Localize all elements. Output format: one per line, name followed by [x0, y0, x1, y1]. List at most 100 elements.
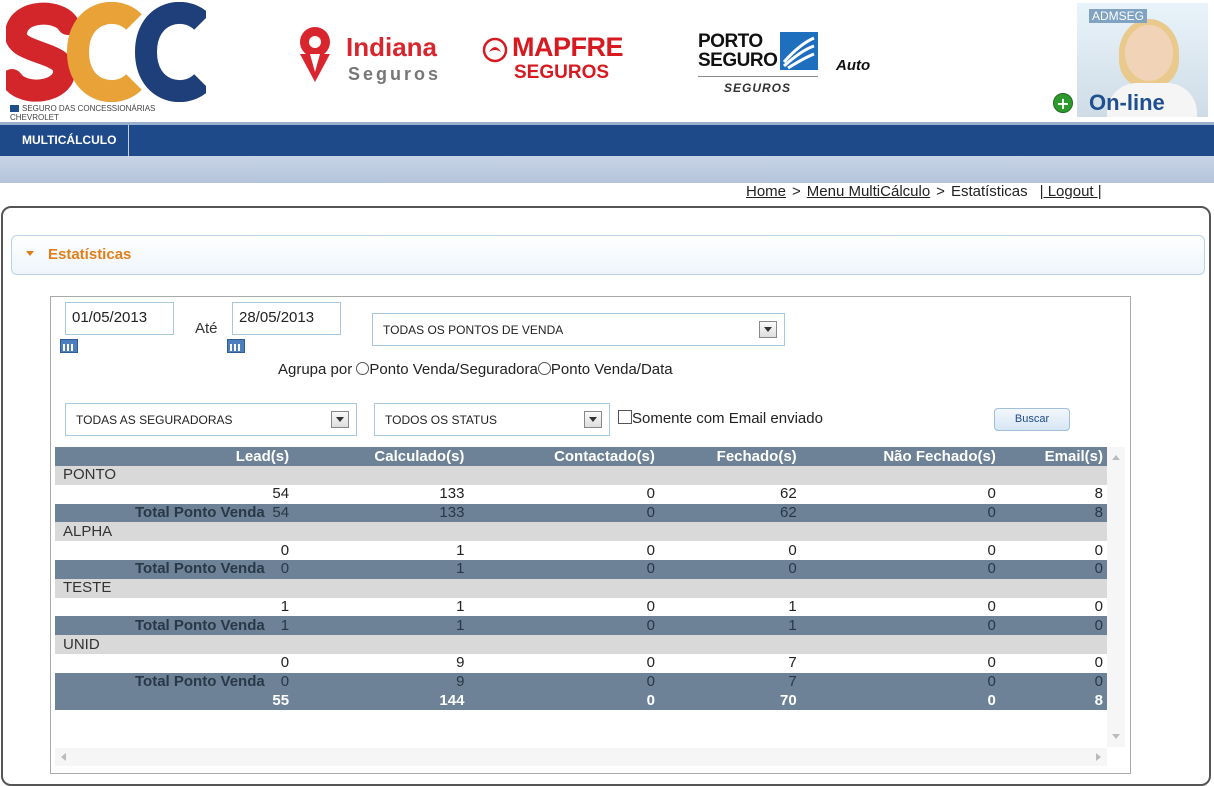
cell: 0	[999, 559, 1107, 579]
porto-name: PORTO SEGURO	[698, 32, 778, 71]
breadcrumb-current: Estatísticas	[950, 183, 1028, 200]
table-row: Total Ponto Venda 54 133 0 62 0 8	[55, 503, 1107, 523]
scroll-right-icon[interactable]	[1096, 753, 1101, 761]
radio-ponto-data-label[interactable]: Ponto Venda/Data	[551, 361, 673, 378]
vertical-scrollbar[interactable]	[1107, 447, 1125, 747]
cell-value: 1	[280, 616, 290, 634]
breadcrumb-separator: >	[936, 183, 945, 200]
cell: 0	[658, 559, 801, 579]
cell: 1	[293, 616, 469, 636]
table-row: 54 133 0 62 0 8	[55, 484, 1107, 504]
cell: 8	[999, 691, 1107, 711]
calendar-icon[interactable]	[227, 339, 245, 353]
panel-header[interactable]: Estatísticas	[11, 235, 1205, 275]
table-row: 110100	[55, 597, 1107, 617]
scc-logo[interactable]: SEGURO DAS CONCESSIONÁRIAS CHEVROLET	[6, 2, 206, 122]
nav-item-multicalculo[interactable]: MULTICÁLCULO	[6, 125, 130, 156]
online-plus-icon[interactable]: +	[1053, 93, 1073, 113]
date-to-input[interactable]: 28/05/2013	[232, 302, 341, 335]
mapfre-name: MAPFRE	[512, 32, 624, 62]
cell: 0	[800, 541, 1000, 560]
online-link[interactable]: On-line	[1089, 90, 1165, 116]
radio-ponto-data[interactable]	[537, 362, 551, 375]
cell: 62	[658, 484, 801, 504]
mapfre-logo[interactable]: MAPFRE SEGUROS	[482, 32, 672, 84]
seguradoras-value: TODAS AS SEGURADORAS	[76, 413, 233, 427]
cell: Total Ponto Venda 0	[55, 672, 294, 692]
stats-table: Lead(s) Calculado(s) Contactado(s) Fecha…	[55, 447, 1107, 711]
chevron-down-icon[interactable]	[584, 411, 602, 428]
porto-sub: SEGUROS	[724, 81, 792, 95]
chevron-down-icon[interactable]	[331, 411, 349, 428]
cell: 0	[999, 541, 1107, 560]
horizontal-scrollbar[interactable]	[55, 748, 1107, 766]
email-filter[interactable]: Somente com Email enviado	[618, 410, 823, 427]
cell: 1	[293, 559, 469, 579]
cell: Total Ponto Venda 0	[55, 559, 294, 579]
cell: 144	[293, 691, 469, 711]
cell: 7	[658, 672, 801, 692]
status-select[interactable]: TODOS OS STATUS	[374, 403, 610, 436]
sub-nav-bar	[0, 156, 1214, 183]
chevron-down-icon[interactable]	[759, 321, 777, 338]
breadcrumb-menu-multicalculo[interactable]: Menu MultiCálculo	[807, 183, 930, 200]
cell: 0	[55, 653, 294, 673]
date-from-input[interactable]: 01/05/2013	[65, 302, 174, 335]
radio-ponto-seguradora-label[interactable]: Ponto Venda/Seguradora	[369, 361, 537, 378]
group-name: UNID	[55, 635, 1107, 654]
cell: 0	[800, 691, 1000, 711]
cell-value: 0	[280, 673, 290, 691]
cell: 1	[293, 597, 469, 617]
group-name: ALPHA	[55, 522, 1107, 542]
cell: 0	[800, 653, 1000, 673]
email-checkbox[interactable]	[618, 410, 632, 424]
calendar-icon[interactable]	[60, 339, 78, 353]
collapse-arrow-icon[interactable]	[26, 251, 34, 256]
panel-title: Estatísticas	[48, 246, 132, 263]
cell: 70	[658, 691, 801, 711]
scc-subtitle: SEGURO DAS CONCESSIONÁRIAS CHEVROLET	[10, 104, 206, 122]
table-row: Total Ponto Venda 0 9 0 7 0 0	[55, 672, 1107, 692]
cell: 0	[800, 672, 1000, 692]
indiana-sub: Seguros	[348, 64, 442, 84]
scroll-down-icon[interactable]	[1112, 734, 1120, 739]
cell: 55	[55, 691, 294, 711]
col-lead: Lead(s)	[55, 447, 294, 466]
porto-divider	[698, 76, 818, 77]
group-by-row: Agrupa por Ponto Venda/Seguradora Ponto V…	[278, 361, 673, 378]
breadcrumb-home[interactable]: Home	[746, 183, 786, 200]
site-header: SEGURO DAS CONCESSIONÁRIAS CHEVROLET Ind…	[0, 0, 1214, 122]
table-row: TESTE	[55, 578, 1107, 598]
cell: 1	[658, 616, 801, 636]
main-nav: MULTICÁLCULO	[0, 122, 1214, 156]
indiana-logo[interactable]: Indiana Seguros	[290, 24, 460, 86]
cell: 0	[999, 616, 1107, 636]
radio-ponto-seguradora[interactable]	[356, 362, 370, 375]
total-label: Total Ponto Venda	[135, 673, 265, 691]
cell: Total Ponto Venda 1	[55, 616, 294, 636]
attendant-face	[1125, 25, 1173, 81]
scroll-left-icon[interactable]	[61, 753, 66, 761]
buscar-button[interactable]: Buscar	[994, 408, 1070, 431]
cell: 133	[293, 503, 469, 523]
col-email: Email(s)	[999, 447, 1107, 466]
total-label: Total Ponto Venda	[135, 560, 265, 578]
scroll-up-icon[interactable]	[1112, 455, 1120, 460]
cell: 0	[800, 616, 1000, 636]
seguradoras-select[interactable]: TODAS AS SEGURADORAS	[65, 403, 357, 436]
cell: 0	[999, 653, 1107, 673]
email-checkbox-label[interactable]: Somente com Email enviado	[632, 410, 823, 427]
cell: 0	[800, 484, 1000, 504]
porto-auto-label: Auto	[836, 57, 871, 74]
logout-link[interactable]: | Logout |	[1040, 183, 1102, 200]
porto-name-line2: SEGURO	[698, 50, 778, 71]
porto-seguro-logo[interactable]: PORTO SEGURO SEGUROS Auto	[696, 30, 886, 100]
col-calculado: Calculado(s)	[293, 447, 469, 466]
table-row: PONTO	[55, 466, 1107, 485]
pontos-venda-select[interactable]: TODAS OS PONTOS DE VENDA	[372, 313, 785, 346]
chevrolet-flag-icon	[10, 105, 19, 112]
cell: 0	[800, 559, 1000, 579]
cell: 9	[293, 653, 469, 673]
cell-value: 54	[272, 503, 290, 521]
cell: 62	[658, 503, 801, 523]
